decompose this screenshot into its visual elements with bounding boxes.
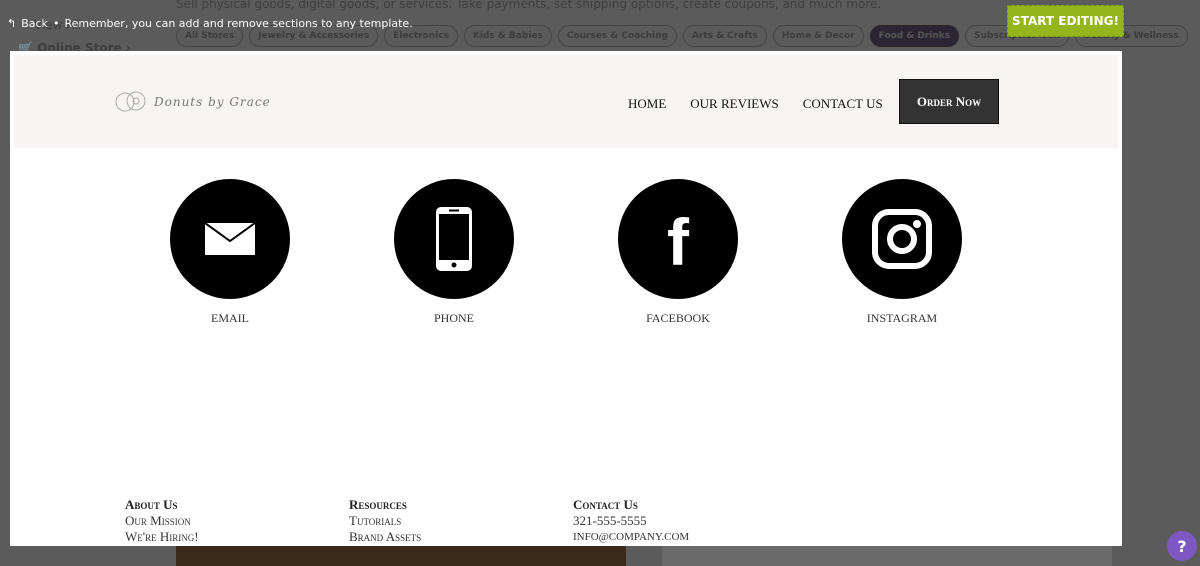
footer-phone[interactable]: 321-555-5555 [573,513,689,529]
footer-heading: About Us [125,497,178,512]
social-label: PHONE [433,311,474,325]
envelope-icon [170,179,290,299]
footer-about: About Us Our Mission We're Hiring! [125,497,199,545]
category-pill: Courses & Coaching [557,25,677,47]
social-label: EMAIL [211,311,249,325]
back-label: Back [21,17,48,30]
background-description: Sell physical goods, digital goods, or s… [176,0,882,11]
back-button[interactable]: ↰ Back • Remember, you can add and remov… [7,17,413,30]
category-pill-active: Food & Drinks [869,25,960,47]
template-preview: Donuts by Grace HOME OUR REVIEWS CONTACT… [10,51,1122,546]
site-header: Donuts by Grace HOME OUR REVIEWS CONTACT… [14,55,1118,148]
social-label: INSTAGRAM [866,311,938,325]
nav-home[interactable]: HOME [628,96,666,112]
brand-name: Donuts by Grace [154,95,271,109]
help-button[interactable]: ? [1167,531,1197,561]
social-label: FACEBOOK [646,311,710,325]
social-facebook[interactable]: f FACEBOOK [618,179,738,326]
footer-email[interactable]: info@company.com [573,529,689,545]
footer-heading: Resources [349,497,407,512]
instagram-icon [842,179,962,299]
start-editing-button[interactable]: START EDITING! [1007,5,1124,37]
background-template-thumbnail [176,546,626,566]
donut-logo-icon [115,91,146,112]
nav-our-reviews[interactable]: OUR REVIEWS [690,96,778,112]
social-email[interactable]: EMAIL [170,179,290,326]
social-phone[interactable]: PHONE [394,179,514,326]
facebook-icon: f [618,179,738,299]
footer-contact: Contact Us 321-555-5555 info@company.com [573,497,689,545]
phone-icon [394,179,514,299]
footer-link[interactable]: We're Hiring! [125,529,199,545]
separator-dot: • [52,17,60,30]
footer-heading: Contact Us [573,497,638,512]
tip-text: Remember, you can add and remove section… [64,17,413,30]
footer-link[interactable]: Brand Assets [349,529,421,545]
social-instagram[interactable]: INSTAGRAM [842,179,962,326]
footer-link[interactable]: Our Mission [125,513,199,529]
category-pill: Arts & Crafts [682,25,767,47]
footer-link[interactable]: Tutorials [349,513,421,529]
category-pill: Home & Decor [772,25,864,47]
background-template-thumbnail [662,546,1112,566]
main-nav: HOME OUR REVIEWS CONTACT US [628,96,883,112]
category-pill: Kids & Babies [463,25,552,47]
order-now-button[interactable]: Order Now [899,79,999,124]
nav-contact-us[interactable]: CONTACT US [803,96,883,112]
footer-resources: Resources Tutorials Brand Assets [349,497,421,545]
site-logo[interactable]: Donuts by Grace [114,91,271,113]
back-arrow-icon: ↰ [7,17,17,30]
